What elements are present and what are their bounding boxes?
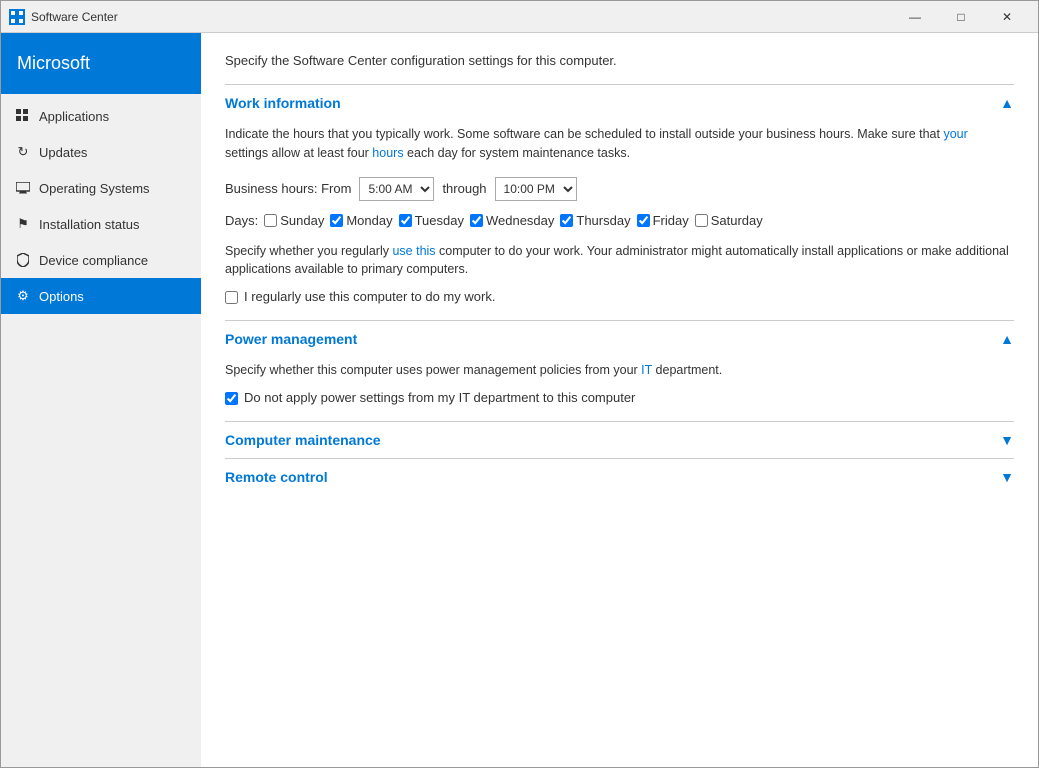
sidebar-item-options[interactable]: ⚙ Options: [1, 278, 201, 314]
computer-maintenance-title: Computer maintenance: [225, 432, 381, 448]
computer-maintenance-header[interactable]: Computer maintenance ▼: [225, 422, 1014, 458]
tuesday-label: Tuesday: [415, 213, 464, 228]
applications-label: Applications: [39, 109, 109, 124]
through-label: through: [442, 181, 486, 196]
power-checkbox[interactable]: [225, 392, 238, 405]
saturday-checkbox[interactable]: [695, 214, 708, 227]
installation-status-label: Installation status: [39, 217, 139, 232]
power-management-header[interactable]: Power management ▲: [225, 321, 1014, 357]
window-title: Software Center: [31, 10, 892, 24]
power-management-title: Power management: [225, 331, 357, 347]
sidebar-item-applications[interactable]: Applications: [1, 98, 201, 134]
work-information-body: Indicate the hours that you typically wo…: [225, 121, 1014, 320]
friday-checkbox[interactable]: [637, 214, 650, 227]
monday-label: Monday: [346, 213, 392, 228]
close-button[interactable]: ✕: [984, 1, 1030, 33]
power-checkbox-row: Do not apply power settings from my IT d…: [225, 390, 1014, 405]
wednesday-checkbox[interactable]: [470, 214, 483, 227]
sidebar: Microsoft Applications: [1, 33, 201, 767]
work-information-header[interactable]: Work information ▲: [225, 85, 1014, 121]
sunday-checkbox[interactable]: [264, 214, 277, 227]
saturday-label: Saturday: [711, 213, 763, 228]
remote-control-header[interactable]: Remote control ▼: [225, 459, 1014, 495]
computer-maintenance-chevron: ▼: [1000, 432, 1014, 448]
day-thursday: Thursday: [560, 213, 630, 228]
app-body: Microsoft Applications: [1, 33, 1038, 767]
to-time-select[interactable]: 10:00 PM 8:00 PM 9:00 PM 11:00 PM: [495, 177, 577, 201]
day-wednesday: Wednesday: [470, 213, 554, 228]
maximize-button[interactable]: □: [938, 1, 984, 33]
work-information-chevron: ▲: [1000, 95, 1014, 111]
primary-computer-checkbox-row: I regularly use this computer to do my w…: [225, 289, 1014, 304]
power-description: Specify whether this computer uses power…: [225, 361, 1014, 380]
day-saturday: Saturday: [695, 213, 763, 228]
minimize-button[interactable]: —: [892, 1, 938, 33]
thursday-checkbox[interactable]: [560, 214, 573, 227]
shield-icon: [15, 252, 31, 268]
power-management-section: Power management ▲ Specify whether this …: [225, 320, 1014, 421]
gear-icon: ⚙: [15, 288, 31, 304]
from-time-select[interactable]: 5:00 AM 6:00 AM 7:00 AM 8:00 AM: [359, 177, 434, 201]
grid-icon: [15, 108, 31, 124]
monday-checkbox[interactable]: [330, 214, 343, 227]
day-tuesday: Tuesday: [399, 213, 464, 228]
page-description: Specify the Software Center configuratio…: [225, 53, 1014, 68]
title-bar: Software Center — □ ✕: [1, 1, 1038, 33]
primary-computer-label: I regularly use this computer to do my w…: [244, 289, 495, 304]
days-row: Days: Sunday Monday Tuesday: [225, 213, 1014, 228]
flag-icon: ⚑: [15, 216, 31, 232]
business-hours-row: Business hours: From 5:00 AM 6:00 AM 7:0…: [225, 177, 1014, 201]
days-label: Days:: [225, 213, 258, 228]
sidebar-item-operating-systems[interactable]: Operating Systems: [1, 170, 201, 206]
work-info-description: Indicate the hours that you typically wo…: [225, 125, 1014, 163]
sidebar-nav: Applications ↻ Updates: [1, 94, 201, 767]
power-checkbox-label: Do not apply power settings from my IT d…: [244, 390, 635, 405]
business-hours-label: Business hours: From: [225, 181, 351, 196]
power-management-body: Specify whether this computer uses power…: [225, 357, 1014, 421]
sidebar-header: Microsoft: [1, 33, 201, 94]
primary-computer-checkbox[interactable]: [225, 291, 238, 304]
software-center-window: Software Center — □ ✕ Microsoft: [0, 0, 1039, 768]
sidebar-item-device-compliance[interactable]: Device compliance: [1, 242, 201, 278]
friday-label: Friday: [653, 213, 689, 228]
device-compliance-label: Device compliance: [39, 253, 148, 268]
options-label: Options: [39, 289, 84, 304]
day-sunday: Sunday: [264, 213, 324, 228]
thursday-label: Thursday: [576, 213, 630, 228]
updates-label: Updates: [39, 145, 87, 160]
remote-control-chevron: ▼: [1000, 469, 1014, 485]
operating-systems-label: Operating Systems: [39, 181, 150, 196]
main-content: Specify the Software Center configuratio…: [201, 33, 1038, 767]
tuesday-checkbox[interactable]: [399, 214, 412, 227]
power-management-chevron: ▲: [1000, 331, 1014, 347]
remote-control-section: Remote control ▼: [225, 458, 1014, 495]
page-description-text: Specify the Software Center configuratio…: [225, 53, 617, 68]
sunday-label: Sunday: [280, 213, 324, 228]
day-friday: Friday: [637, 213, 689, 228]
work-information-title: Work information: [225, 95, 341, 111]
day-monday: Monday: [330, 213, 392, 228]
monitor-icon: [15, 180, 31, 196]
window-controls: — □ ✕: [892, 1, 1030, 33]
remote-control-title: Remote control: [225, 469, 328, 485]
sidebar-item-installation-status[interactable]: ⚑ Installation status: [1, 206, 201, 242]
work-information-section: Work information ▲ Indicate the hours th…: [225, 84, 1014, 320]
wednesday-label: Wednesday: [486, 213, 554, 228]
sidebar-item-updates[interactable]: ↻ Updates: [1, 134, 201, 170]
computer-maintenance-section: Computer maintenance ▼: [225, 421, 1014, 458]
app-icon: [9, 9, 25, 25]
refresh-icon: ↻: [15, 144, 31, 160]
primary-computer-description: Specify whether you regularly use this c…: [225, 242, 1014, 280]
